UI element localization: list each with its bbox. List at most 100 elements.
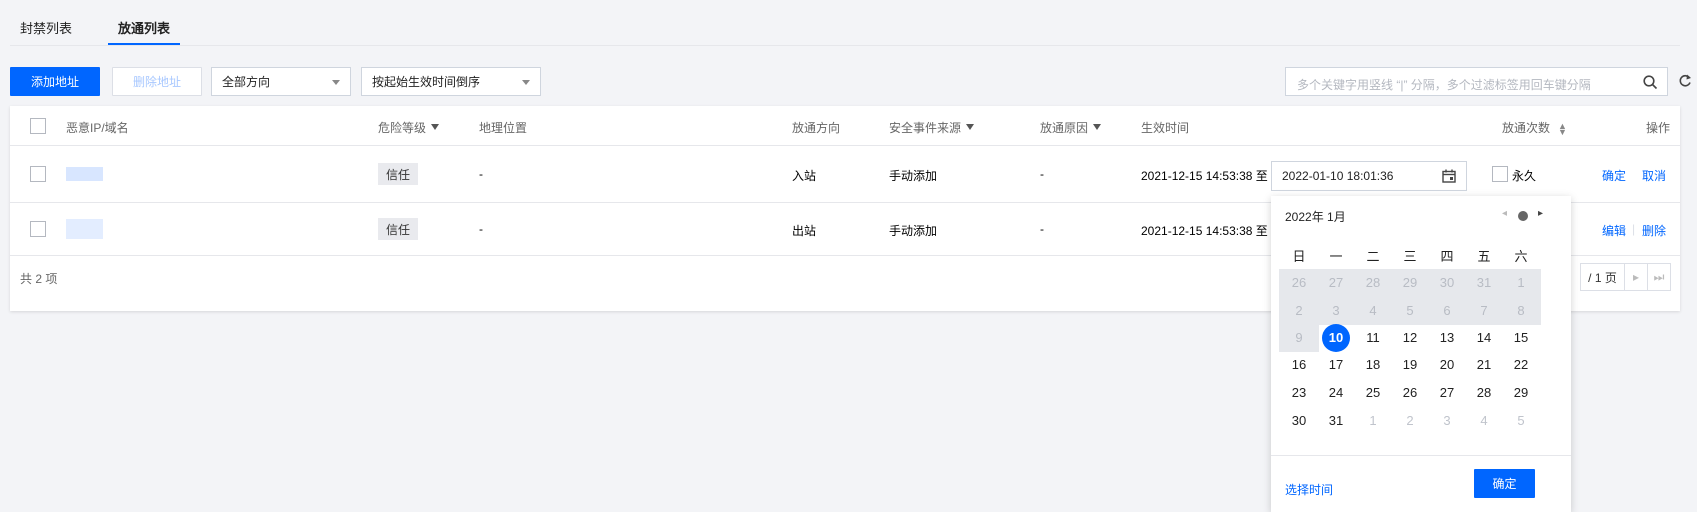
tab-block-list[interactable]: 封禁列表	[20, 18, 72, 45]
calendar-day[interactable]: 18	[1353, 351, 1393, 379]
header-direction: 放通方向	[792, 121, 841, 135]
calendar-day[interactable]: 17	[1316, 351, 1356, 379]
calendar-day[interactable]: 14	[1464, 324, 1504, 352]
end-time-value: 2022-01-10 18:01:36	[1282, 169, 1394, 183]
header-source[interactable]: 安全事件来源	[889, 119, 975, 136]
calendar-day: 29	[1390, 269, 1430, 297]
sort-select-value: 按起始生效时间倒序	[372, 75, 481, 89]
header-actions: 操作	[1646, 121, 1671, 135]
filter-icon[interactable]	[1093, 123, 1102, 130]
next-page-button[interactable]: ▸	[1624, 263, 1648, 291]
header-target: 恶意IP/域名	[66, 121, 129, 135]
delete-link[interactable]: 删除	[1642, 222, 1666, 239]
page-total: / 1 页	[1580, 263, 1625, 291]
sort-select[interactable]: 按起始生效时间倒序	[361, 67, 541, 96]
weekday-label: 日	[1292, 249, 1306, 264]
calendar-day[interactable]: 31	[1316, 407, 1356, 435]
risk-tag: 信任	[378, 163, 419, 185]
row-checkbox[interactable]	[30, 166, 46, 182]
calendar-day[interactable]: 24	[1316, 379, 1356, 407]
forever-checkbox[interactable]	[1492, 166, 1508, 182]
row-checkbox[interactable]	[30, 221, 46, 237]
direction-value: 入站	[792, 169, 817, 183]
calendar-day[interactable]: 2	[1390, 407, 1430, 435]
reason-value: -	[1040, 222, 1044, 236]
calendar-day[interactable]: 13	[1427, 324, 1467, 352]
delete-address-button[interactable]: 删除地址	[112, 67, 202, 96]
calendar-day[interactable]: 1	[1353, 407, 1393, 435]
calendar-day[interactable]: 11	[1353, 324, 1393, 352]
header-risk[interactable]: 危险等级	[378, 119, 440, 136]
table-header: 恶意IP/域名 危险等级 地理位置 放通方向 安全事件来源 放通原因 生效时间 …	[10, 106, 1680, 146]
calendar-day[interactable]: 4	[1464, 407, 1504, 435]
calendar-day[interactable]: 20	[1427, 351, 1467, 379]
add-address-button[interactable]: 添加地址	[10, 67, 100, 96]
calendar-day[interactable]: 27	[1427, 379, 1467, 407]
sort-icon[interactable]: ▲ ▼	[1558, 121, 1567, 136]
tab-allow-list[interactable]: 放通列表	[108, 18, 181, 45]
calendar-day: 27	[1316, 269, 1356, 297]
calendar-day: 1	[1501, 269, 1541, 297]
header-location: 地理位置	[479, 121, 528, 135]
calendar-day[interactable]: 26	[1390, 379, 1430, 407]
calendar-day[interactable]: 19	[1390, 351, 1430, 379]
select-time-link[interactable]: 选择时间	[1285, 481, 1333, 498]
calendar-icon[interactable]	[1442, 169, 1456, 183]
calendar-day[interactable]: 30	[1279, 407, 1319, 435]
date-picker: 2022年 1月 ◂ ▸ 日一二三四五六 26 27 28 29 30 31 1 2 3 4 5 6 7…	[1271, 196, 1571, 512]
last-page-button[interactable]: ⏭	[1647, 263, 1671, 291]
header-source-label: 安全事件来源	[889, 121, 962, 135]
calendar-day[interactable]: 5	[1501, 407, 1541, 435]
calendar-day[interactable]: 12	[1390, 324, 1430, 352]
calendar-day[interactable]: 29	[1501, 379, 1541, 407]
calendar-day: 9	[1279, 324, 1319, 352]
calendar-day: 7	[1464, 297, 1504, 325]
masked-ip[interactable]	[66, 219, 103, 239]
select-all-checkbox[interactable]	[30, 118, 46, 134]
calendar-day[interactable]: 15	[1501, 324, 1541, 352]
end-time-input[interactable]: 2022-01-10 18:01:36	[1271, 161, 1467, 191]
source-value: 手动添加	[889, 169, 938, 183]
cancel-link[interactable]: 取消	[1642, 167, 1666, 184]
calendar-day: 28	[1353, 269, 1393, 297]
calendar-day[interactable]: 25	[1353, 379, 1393, 407]
refresh-icon[interactable]	[1678, 73, 1692, 89]
calendar-day: 4	[1353, 297, 1393, 325]
reason-value: -	[1040, 167, 1044, 181]
calendar-day[interactable]: 3	[1427, 407, 1467, 435]
header-reason[interactable]: 放通原因	[1040, 119, 1102, 136]
calendar-day[interactable]: 28	[1464, 379, 1504, 407]
weekday-label: 五	[1477, 249, 1491, 264]
calendar-day[interactable]: 21	[1464, 351, 1504, 379]
divider	[1271, 455, 1571, 456]
picker-confirm-button[interactable]: 确定	[1474, 469, 1535, 498]
weekday-label: 二	[1366, 249, 1380, 264]
calendar-day: 6	[1427, 297, 1467, 325]
calendar-day[interactable]: 16	[1279, 351, 1319, 379]
calendar-day[interactable]: 22	[1501, 351, 1541, 379]
masked-ip[interactable]	[66, 167, 103, 181]
filter-icon[interactable]	[431, 123, 440, 130]
prev-month-icon[interactable]: ◂	[1502, 208, 1507, 219]
next-month-icon[interactable]: ▸	[1538, 208, 1543, 219]
start-time: 2021-12-15 14:53:38 至	[1141, 169, 1268, 183]
calendar-day: 5	[1390, 297, 1430, 325]
calendar-day[interactable]: 10	[1316, 324, 1356, 352]
total-count: 共 2 项	[20, 272, 58, 286]
filter-icon[interactable]	[966, 123, 975, 130]
forever-label: 永久	[1512, 169, 1537, 183]
search-icon[interactable]	[1643, 75, 1658, 90]
search-input[interactable]: 多个关键字用竖线 “|” 分隔，多个过滤标签用回车键分隔	[1285, 67, 1668, 96]
edit-link[interactable]: 编辑	[1602, 222, 1626, 239]
header-count[interactable]: 放通次数 ▲ ▼	[1502, 119, 1567, 136]
direction-select[interactable]: 全部方向	[211, 67, 351, 96]
direction-select-value: 全部方向	[222, 75, 271, 89]
calendar-day: 31	[1464, 269, 1504, 297]
direction-value: 出站	[792, 224, 817, 238]
risk-tag: 信任	[378, 218, 419, 240]
calendar-day: 8	[1501, 297, 1541, 325]
confirm-link[interactable]: 确定	[1602, 167, 1626, 184]
calendar-day: 3	[1316, 297, 1356, 325]
today-icon[interactable]	[1518, 211, 1528, 221]
calendar-day[interactable]: 23	[1279, 379, 1319, 407]
